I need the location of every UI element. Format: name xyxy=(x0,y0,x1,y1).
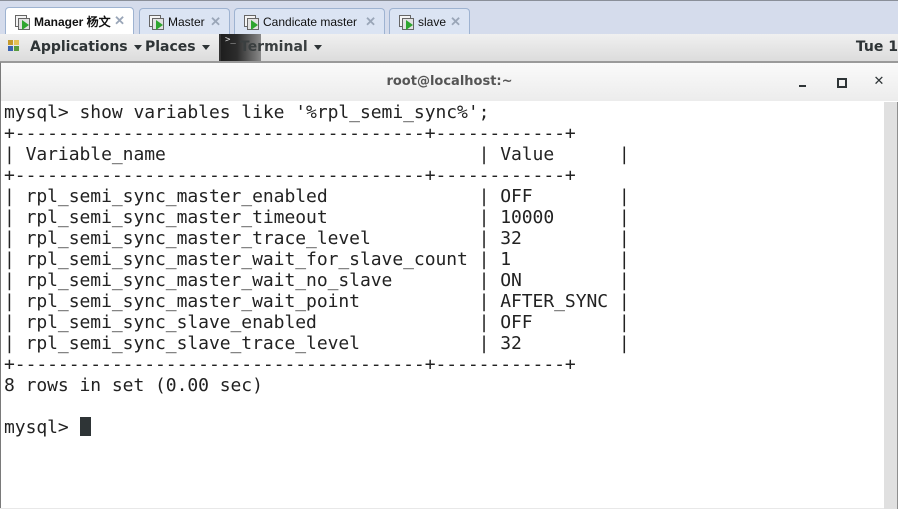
chevron-down-icon xyxy=(133,44,142,50)
terminal-prompt-glyph: >_ xyxy=(225,35,236,45)
vm-tab-candicate-master[interactable]: Candicate master ✕ xyxy=(234,8,385,35)
table-row: | rpl_semi_sync_master_timeout | 10000 | xyxy=(4,207,630,228)
close-icon[interactable]: ✕ xyxy=(114,13,125,29)
vm-tab-slave[interactable]: slave ✕ xyxy=(389,8,470,35)
clock[interactable]: Tue 1 xyxy=(856,39,898,55)
close-icon[interactable]: ✕ xyxy=(450,14,461,30)
applications-label: Applications xyxy=(30,39,128,55)
table-row: | rpl_semi_sync_master_wait_for_slave_co… xyxy=(4,249,630,270)
text-cursor xyxy=(79,417,91,436)
close-icon[interactable]: ✕ xyxy=(210,14,221,30)
chevron-down-icon xyxy=(201,44,210,50)
chevron-down-icon xyxy=(313,44,322,50)
maximize-button[interactable] xyxy=(832,73,850,91)
applications-menu[interactable]: Applications xyxy=(8,39,142,55)
close-icon[interactable]: ✕ xyxy=(365,14,376,30)
places-menu[interactable]: Places xyxy=(145,39,210,55)
prompt-line: mysql> xyxy=(4,417,884,438)
table-row: | rpl_semi_sync_slave_trace_level | 32 | xyxy=(4,333,630,354)
vm-tab-master[interactable]: Master ✕ xyxy=(139,8,230,35)
window-titlebar[interactable]: root@localhost:~ ✕ xyxy=(1,63,898,101)
table-header: | Variable_name | Value | xyxy=(4,144,630,165)
close-icon: ✕ xyxy=(873,74,885,89)
terminal-app-menu[interactable]: Terminal xyxy=(240,39,322,55)
minimize-button[interactable] xyxy=(794,73,812,91)
terminal-menu-label: Terminal xyxy=(240,39,308,55)
maximize-icon xyxy=(837,78,847,88)
minimize-icon xyxy=(799,85,806,87)
blank-line xyxy=(4,396,884,417)
command-line: mysql> show variables like '%rpl_semi_sy… xyxy=(4,102,490,123)
table-border: +--------------------------------------+… xyxy=(4,354,576,375)
vm-tab-label: slave xyxy=(418,15,447,29)
table-row: | rpl_semi_sync_master_trace_level | 32 … xyxy=(4,228,630,249)
table-rows: | rpl_semi_sync_master_enabled | OFF | | … xyxy=(4,186,884,354)
vm-tab-strip: Manager 杨文 ✕ Master ✕ Candicate master ✕… xyxy=(0,0,898,35)
vm-tab-label: Manager 杨文 xyxy=(34,15,111,29)
gnome-foot-icon xyxy=(8,40,22,54)
places-label: Places xyxy=(145,39,196,55)
vm-running-icon xyxy=(398,14,414,30)
vm-tab-label: Candicate master xyxy=(263,15,358,29)
result-summary: 8 rows in set (0.00 sec) xyxy=(4,375,263,396)
vm-running-icon xyxy=(14,14,30,30)
table-row: | rpl_semi_sync_slave_enabled | OFF | xyxy=(4,312,630,333)
table-border: +--------------------------------------+… xyxy=(4,123,576,144)
top-panel: Applications Places >_ Terminal Tue 1 xyxy=(0,34,898,62)
vm-tab-manager[interactable]: Manager 杨文 ✕ xyxy=(5,7,134,35)
table-border: +--------------------------------------+… xyxy=(4,165,576,186)
table-row: | rpl_semi_sync_master_wait_no_slave | O… xyxy=(4,270,630,291)
vm-running-icon xyxy=(243,14,259,30)
vm-running-icon xyxy=(148,14,164,30)
table-row: | rpl_semi_sync_master_enabled | OFF | xyxy=(4,186,630,207)
vm-tab-label: Master xyxy=(168,15,205,29)
window-title: root@localhost:~ xyxy=(386,74,513,89)
prompt: mysql> xyxy=(4,417,80,438)
terminal-output[interactable]: mysql> show variables like '%rpl_semi_sy… xyxy=(4,102,884,507)
terminal-window: root@localhost:~ ✕ mysql> show variables… xyxy=(0,62,898,509)
table-row: | rpl_semi_sync_master_wait_point | AFTE… xyxy=(4,291,630,312)
scrollbar[interactable] xyxy=(884,102,897,509)
close-button[interactable]: ✕ xyxy=(870,73,888,91)
